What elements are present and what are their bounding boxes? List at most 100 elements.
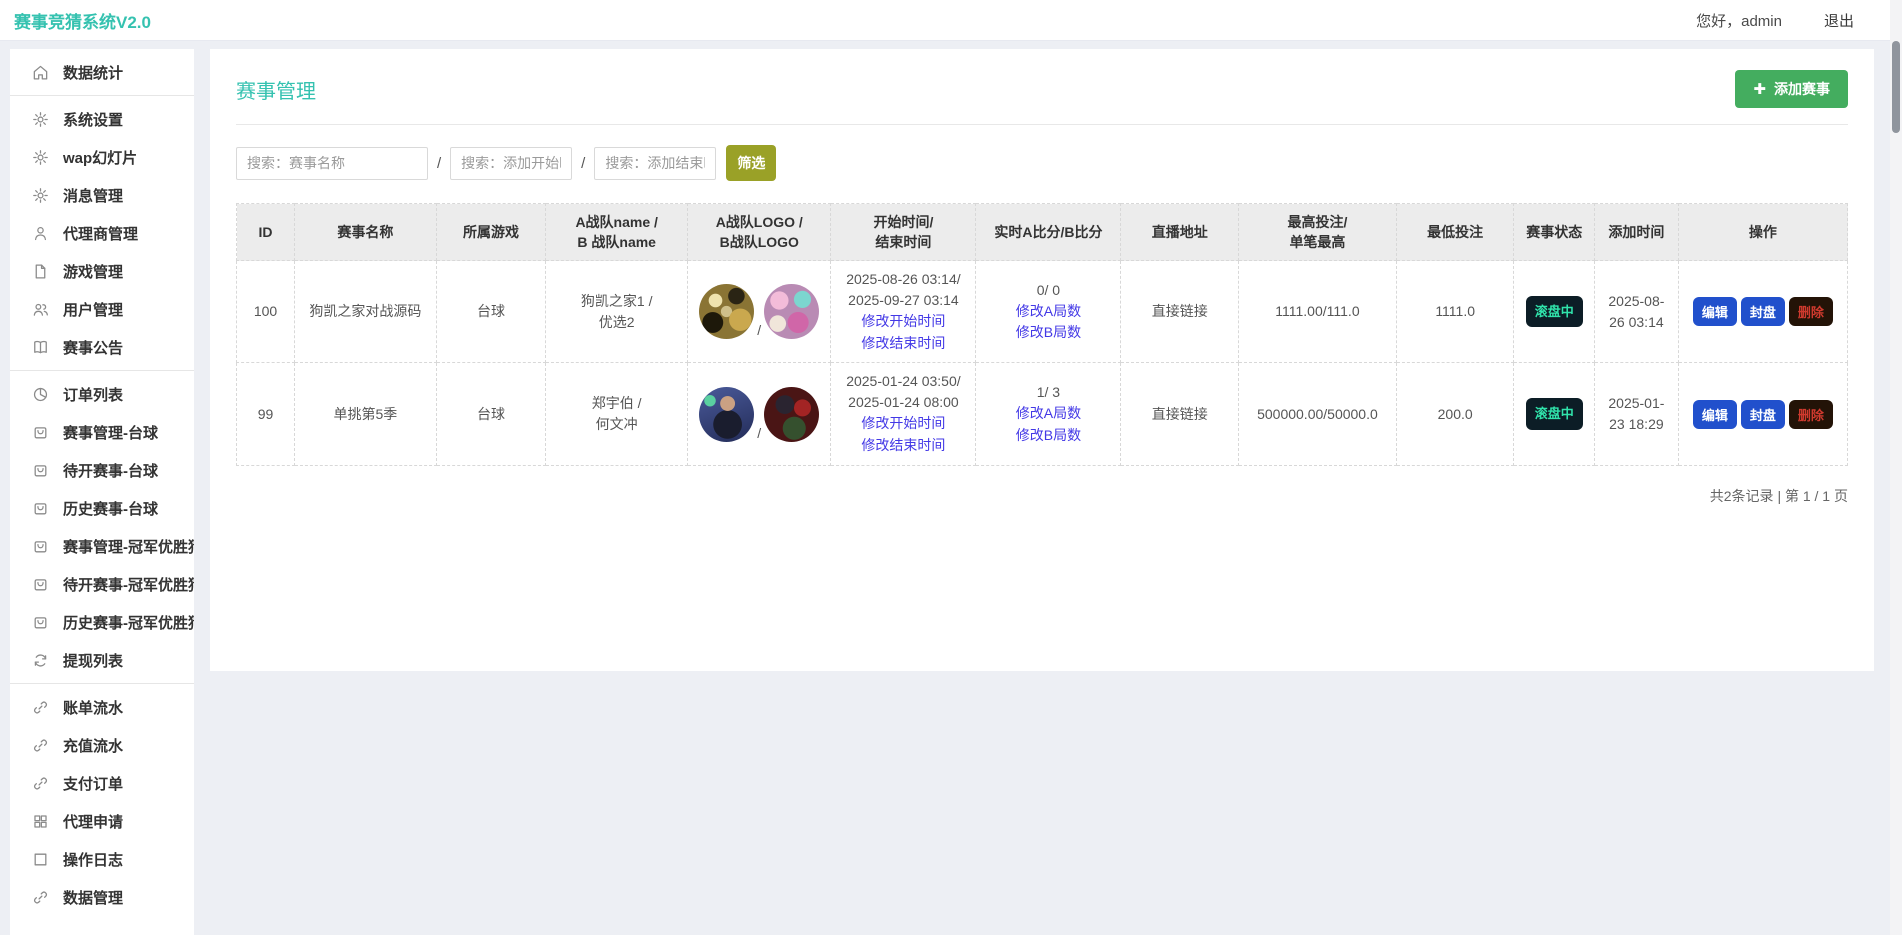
sidebar-item[interactable]: 历史赛事-台球 [10,489,194,527]
sidebar-item-label: 操作日志 [63,849,123,870]
sidebar-item-label: 历史赛事-台球 [63,498,158,519]
top-header: 赛事竞猜系统V2.0 您好，admin 退出 [0,0,1902,41]
edit-start-time-link[interactable]: 修改开始时间 [835,413,971,435]
status-badge: 滚盘中 [1526,398,1583,430]
cell-live: 直接链接 [1121,261,1239,363]
app-title[interactable]: 赛事竞猜系统V2.0 [14,8,151,33]
close-market-button[interactable]: 封盘 [1741,297,1785,326]
col-score: 实时A比分/B比分 [976,204,1121,261]
sidebar-item[interactable]: 充值流水 [10,726,194,764]
team-a-logo [699,284,754,339]
user-icon [32,225,49,242]
time-text: 2025-01-24 03:50/ 2025-01-24 08:00 [835,371,971,413]
edit-start-time-link[interactable]: 修改开始时间 [835,311,971,333]
cell-team-names: 狗凯之家1 / 优选2 [546,261,688,363]
edit-button[interactable]: 编辑 [1693,297,1737,326]
sidebar-item[interactable]: 数据统计 [10,53,194,91]
search-start-time-input[interactable] [450,147,572,180]
match-table: ID 赛事名称 所属游戏 A战队name / B 战队name A战队LOGO … [236,203,1848,466]
cell-game: 台球 [436,261,546,363]
sidebar-item[interactable]: 支付订单 [10,764,194,802]
sidebar-item[interactable]: 消息管理 [10,176,194,214]
sidebar-item-label: 数据管理 [63,887,123,908]
cell-status: 滚盘中 [1514,261,1595,363]
sidebar-group: 数据统计 [10,49,194,96]
refresh-icon [32,652,49,669]
search-end-time-input[interactable] [594,147,716,180]
col-live: 直播地址 [1121,204,1239,261]
cell-actions: 编辑封盘删除 [1678,363,1847,465]
sidebar-item[interactable]: 系统设置 [10,100,194,138]
search-name-input[interactable] [236,147,428,180]
bag-icon [32,538,49,555]
grid-icon [32,813,49,830]
bag-icon [32,614,49,631]
cell-live: 直接链接 [1121,363,1239,465]
col-actions: 操作 [1678,204,1847,261]
delete-button[interactable]: 删除 [1789,297,1833,326]
gear-icon [32,187,49,204]
sidebar-item[interactable]: 代理商管理 [10,214,194,252]
sidebar-item[interactable]: 历史赛事-冠军优胜猜 [10,603,194,641]
team-b-logo [764,284,819,339]
edit-a-score-link[interactable]: 修改A局数 [980,403,1116,425]
search-bar: / / 筛选 [236,145,1848,181]
logout-link[interactable]: 退出 [1824,10,1854,31]
add-match-button[interactable]: ✚ 添加赛事 [1735,70,1848,108]
team-a-logo [699,387,754,442]
delete-button[interactable]: 删除 [1789,400,1833,429]
sidebar-item[interactable]: 赛事管理-冠军优胜猜 [10,527,194,565]
cell-min-bet: 1111.0 [1396,261,1514,363]
separator: / [581,155,585,172]
sidebar-item[interactable]: 待开赛事-冠军优胜猜 [10,565,194,603]
users-icon [32,301,49,318]
user-greeting: 您好，admin [1696,10,1782,31]
sidebar-item-label: 历史赛事-冠军优胜猜 [63,612,194,633]
sidebar-item[interactable]: 提现列表 [10,641,194,679]
col-time: 开始时间/ 结束时间 [831,204,976,261]
sidebar-item[interactable]: 用户管理 [10,290,194,328]
sidebar-item[interactable]: 游戏管理 [10,252,194,290]
sidebar-item[interactable]: 待开赛事-台球 [10,451,194,489]
pagination-info: 共2条记录 | 第 1 / 1 页 [236,486,1848,506]
sidebar-item[interactable]: 赛事公告 [10,328,194,366]
sidebar-item[interactable]: wap幻灯片 [10,138,194,176]
sidebar-item[interactable]: 订单列表 [10,375,194,413]
cell-max-bet: 1111.00/111.0 [1239,261,1397,363]
filter-button[interactable]: 筛选 [726,145,776,181]
plus-icon: ✚ [1753,82,1766,97]
sidebar-item-label: 账单流水 [63,697,123,718]
cell-team-logos: / [688,363,831,465]
bag-icon [32,424,49,441]
edit-b-score-link[interactable]: 修改B局数 [980,322,1116,344]
col-max-bet: 最高投注/ 单笔最高 [1239,204,1397,261]
sidebar-item[interactable]: 数据管理 [10,878,194,916]
cell-time: 2025-08-26 03:14/ 2025-09-27 03:14修改开始时间… [831,261,976,363]
scrollbar[interactable] [1890,0,1902,935]
sidebar-item[interactable]: 代理申请 [10,802,194,840]
edit-a-score-link[interactable]: 修改A局数 [980,301,1116,323]
sidebar-item-label: 充值流水 [63,735,123,756]
score-text: 0/ 0 [980,280,1116,301]
sidebar-item-label: 代理申请 [63,811,123,832]
scrollbar-thumb[interactable] [1892,41,1900,133]
logo-separator: / [757,322,761,339]
status-badge: 滚盘中 [1526,296,1583,328]
cell-actions: 编辑封盘删除 [1678,261,1847,363]
sidebar-item[interactable]: 账单流水 [10,688,194,726]
sidebar-item[interactable]: 赛事管理-台球 [10,413,194,451]
sidebar-item-label: 待开赛事-冠军优胜猜 [63,574,194,595]
edit-b-score-link[interactable]: 修改B局数 [980,425,1116,447]
link-icon [32,889,49,906]
close-market-button[interactable]: 封盘 [1741,400,1785,429]
cell-name: 狗凯之家对战源码 [294,261,436,363]
sidebar-item[interactable]: 操作日志 [10,840,194,878]
sidebar-item-label: 订单列表 [63,384,123,405]
edit-button[interactable]: 编辑 [1693,400,1737,429]
link-icon [32,699,49,716]
gear-icon [32,149,49,166]
edit-end-time-link[interactable]: 修改结束时间 [835,435,971,457]
edit-end-time-link[interactable]: 修改结束时间 [835,333,971,355]
sidebar-group: 账单流水充值流水支付订单代理申请操作日志数据管理 [10,684,194,920]
file-icon [32,263,49,280]
